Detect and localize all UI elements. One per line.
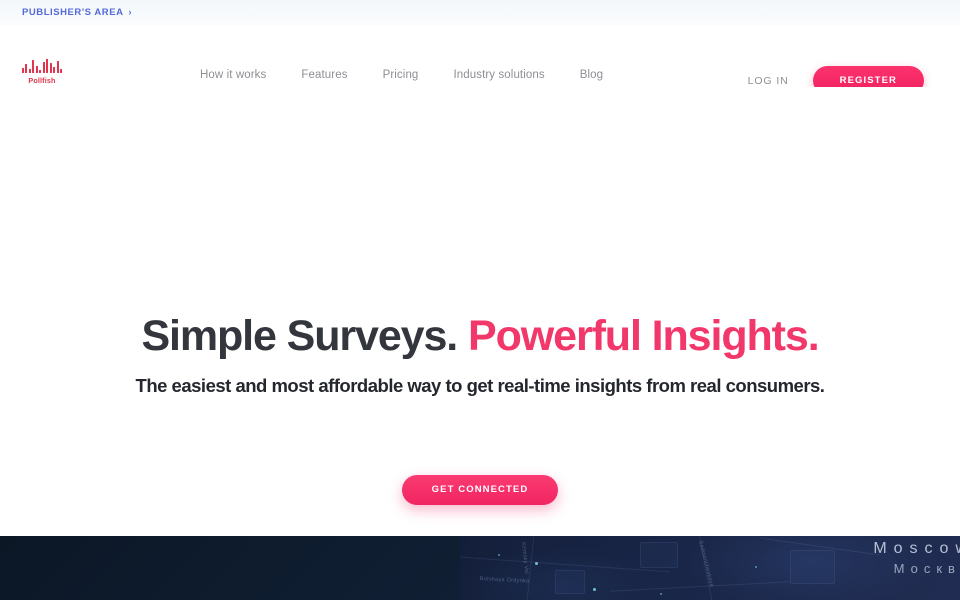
map-road (610, 581, 790, 592)
main-navigation: How it works Features Pricing Industry s… (200, 69, 603, 81)
equalizer-bars-icon (21, 58, 63, 73)
map-street-label: Bolshaya Ordynka (479, 576, 530, 585)
equalizer-bar (60, 69, 63, 73)
cta-container: GET CONNECTED (0, 475, 960, 505)
map-canvas[interactable]: Krimsky Val Sadovnicheskaya Bolshaya Ord… (460, 536, 960, 600)
logo-wordmark: Pollfish (28, 76, 56, 85)
equalizer-bar (39, 70, 42, 73)
map-block (555, 570, 585, 594)
equalizer-bar (56, 61, 59, 73)
page-title: Simple Surveys. Powerful Insights. (0, 315, 960, 358)
map-city-label: Moscow Москва (873, 540, 960, 576)
publishers-area-link[interactable]: PUBLISHER'S AREA › (22, 7, 132, 18)
equalizer-bar (46, 59, 49, 73)
map-dark-panel (0, 536, 470, 600)
map-city-name-en: Moscow (873, 540, 960, 557)
landing-page: PUBLISHER'S AREA › Pollfish How it works… (0, 0, 960, 600)
get-connected-button[interactable]: GET CONNECTED (401, 475, 559, 505)
equalizer-bar (28, 69, 31, 73)
map-poi-dot[interactable] (593, 588, 596, 591)
map-block (640, 542, 678, 568)
nav-item-blog[interactable]: Blog (580, 69, 603, 81)
nav-item-how-it-works[interactable]: How it works (200, 69, 266, 81)
headline-part-accent: Powerful Insights. (468, 312, 820, 360)
map-section: Krimsky Val Sadovnicheskaya Bolshaya Ord… (0, 536, 960, 600)
map-poi-dot[interactable] (535, 562, 538, 565)
login-link[interactable]: LOG IN (748, 75, 789, 87)
equalizer-bar (42, 62, 45, 73)
equalizer-bar (35, 66, 38, 73)
logo-pollfish[interactable]: Pollfish (21, 58, 63, 85)
page-subtitle: The easiest and most affordable way to g… (135, 375, 825, 396)
map-poi-dot[interactable] (755, 566, 757, 568)
headline-part-dark: Simple Surveys. (141, 312, 458, 360)
map-street-label: Sadovnicheskaya (697, 540, 715, 588)
map-poi-dot[interactable] (660, 593, 662, 595)
site-header: Pollfish How it works Features Pricing I… (0, 25, 960, 95)
map-block (790, 550, 835, 584)
equalizer-bar (21, 68, 24, 73)
map-poi-dot[interactable] (498, 554, 500, 556)
map-street-label: Krimsky Val (520, 542, 530, 575)
equalizer-bar (32, 60, 35, 73)
equalizer-bar (49, 63, 52, 73)
top-utility-bar: PUBLISHER'S AREA › (0, 0, 960, 25)
nav-item-features[interactable]: Features (301, 69, 347, 81)
nav-item-industry-solutions[interactable]: Industry solutions (453, 69, 544, 81)
equalizer-bar (53, 67, 56, 73)
chevron-right-icon: › (128, 7, 133, 17)
nav-item-pricing[interactable]: Pricing (383, 69, 419, 81)
equalizer-bar (25, 64, 28, 73)
map-city-name-ru: Москва (893, 561, 960, 576)
publishers-area-label: PUBLISHER'S AREA (22, 7, 124, 18)
hero-section: Simple Surveys. Powerful Insights. The e… (0, 87, 960, 590)
